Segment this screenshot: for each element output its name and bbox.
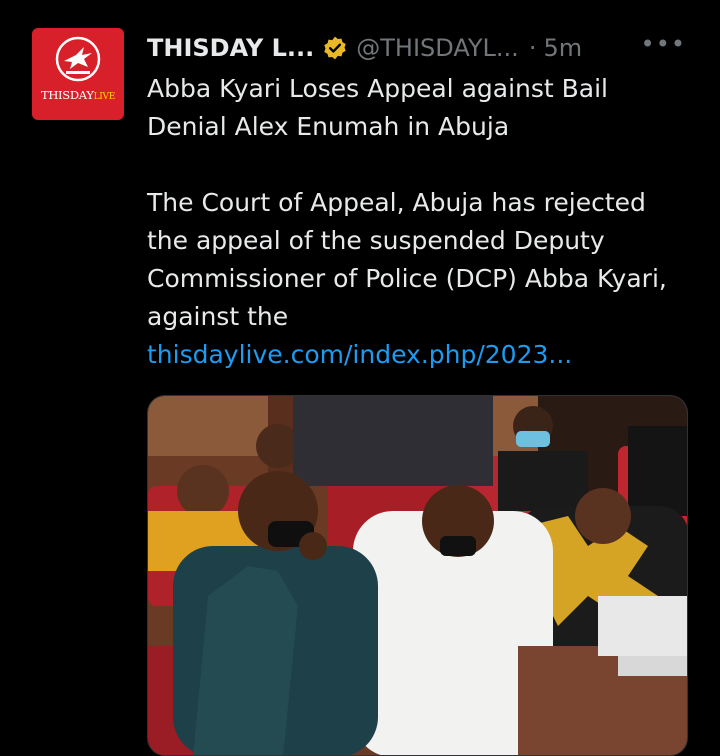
tweet-header: THISDAY L... @THISDAYL... · 5m •••: [147, 28, 700, 68]
display-name[interactable]: THISDAY L...: [147, 34, 314, 62]
headline-line: Abba Kyari Loses Appeal against Bail: [147, 74, 608, 103]
body-line: against the: [147, 302, 289, 331]
thisday-emblem-icon: [55, 36, 101, 82]
body-line: Commissioner of Police (DCP) Abba Kyari,: [147, 264, 667, 293]
avatar-logo-text: THISDAYLIVE: [40, 88, 116, 102]
timestamp[interactable]: 5m: [543, 34, 582, 62]
separator-dot: ·: [528, 34, 537, 62]
body-line: The Court of Appeal, Abuja has rejected: [147, 188, 646, 217]
body-line: the appeal of the suspended Deputy: [147, 226, 605, 255]
tweet-media-photo[interactable]: [147, 395, 688, 756]
article-link[interactable]: thisdaylive.com/index.php/2023...: [147, 336, 707, 374]
avatar[interactable]: THISDAYLIVE: [32, 28, 124, 120]
headline-line: Denial Alex Enumah in Abuja: [147, 112, 510, 141]
verified-badge-icon[interactable]: [322, 35, 348, 61]
more-options-icon[interactable]: •••: [641, 30, 686, 58]
handle[interactable]: @THISDAYL...: [356, 34, 519, 62]
tweet-text: Abba Kyari Loses Appeal against Bail Den…: [147, 70, 707, 374]
